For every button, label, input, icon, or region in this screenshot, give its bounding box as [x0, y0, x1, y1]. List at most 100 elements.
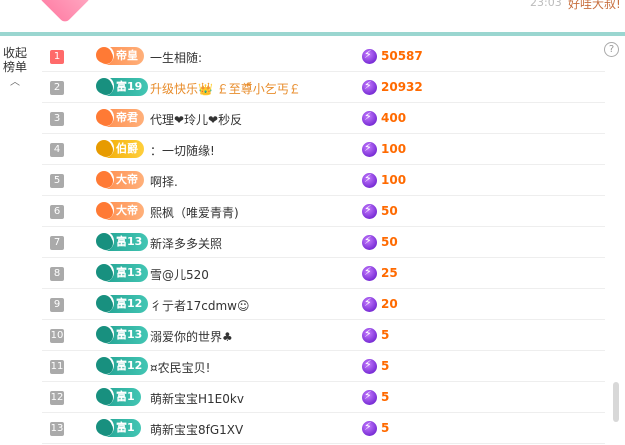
- user-name[interactable]: 萌新宝宝8fG1XV: [150, 421, 243, 438]
- top-chat-bar: 23:03 好哇大叔!: [0, 0, 625, 32]
- level-badge: 富1: [94, 417, 141, 437]
- badge-icon: [94, 293, 114, 313]
- lightning-gift-icon: [362, 110, 377, 126]
- badge-icon: [94, 76, 114, 96]
- lightning-gift-icon: [362, 48, 377, 64]
- lightning-gift-icon: [362, 172, 377, 188]
- user-name[interactable]: 雪@儿520: [150, 266, 209, 283]
- ranking-row[interactable]: 7 富13 新泽多多关照 50: [42, 228, 605, 258]
- badge-label: 富1: [116, 390, 135, 403]
- level-badge: 大帝: [94, 200, 144, 220]
- user-name[interactable]: 熙枫（唯爱青青): [150, 204, 239, 221]
- rank-number: 10: [50, 329, 64, 343]
- rank-number: 9: [50, 298, 64, 312]
- level-badge: 大帝: [94, 169, 144, 189]
- rank-number: 3: [50, 112, 64, 126]
- contribution-amount: 50: [381, 204, 398, 218]
- contribution-amount: 5: [381, 390, 390, 404]
- badge-icon: [94, 138, 114, 158]
- user-name[interactable]: 萌新宝宝H1E0kv: [150, 390, 244, 407]
- rank-number: 7: [50, 236, 64, 250]
- user-name[interactable]: 彳亍者17cdmw☺: [150, 297, 250, 314]
- ranking-row[interactable]: 3 帝君代理❤玲儿❤秒反 400: [42, 104, 605, 134]
- level-badge: 富12: [94, 355, 149, 375]
- contribution-amount: 5: [381, 421, 390, 435]
- ranking-row[interactable]: 2 富19 升级快乐👑 ￡至尊็小乞丐￡ 20932: [42, 73, 605, 103]
- badge-label: 帝皇: [116, 49, 138, 62]
- level-badge: 富1: [94, 386, 141, 406]
- scrollbar[interactable]: [613, 382, 619, 422]
- lightning-gift-icon: [362, 234, 377, 250]
- lightning-gift-icon: [362, 296, 377, 312]
- lightning-gift-icon: [362, 203, 377, 219]
- ranking-row[interactable]: 10 富13 溺爱你的世界♣ 5: [42, 321, 605, 351]
- contribution-amount: 100: [381, 142, 407, 156]
- level-badge: 富13: [94, 231, 149, 251]
- chat-message: 好哇大叔!: [568, 0, 621, 11]
- user-name[interactable]: 升级快乐👑 ￡至尊็小乞丐￡: [150, 80, 301, 99]
- badge-label: 伯爵: [116, 142, 138, 155]
- collapse-label-line1: 收起: [2, 46, 27, 60]
- level-badge: 富13: [94, 324, 149, 344]
- ranking-row[interactable]: 6 大帝熙枫（唯爱青青) 50: [42, 197, 605, 227]
- user-name[interactable]: 溺爱你的世界♣: [150, 328, 233, 345]
- ranking-list: 1帝皇一生相随:505872富19升级快乐👑 ￡至尊็小乞丐￡209323帝君代…: [42, 42, 605, 445]
- contribution-amount: 5: [381, 328, 390, 342]
- ranking-row[interactable]: 5 大帝啊择. 100: [42, 166, 605, 196]
- divider: [0, 32, 625, 36]
- rank-number: 4: [50, 143, 64, 157]
- ranking-row[interactable]: 9 富12 彳亍者17cdmw☺ 20: [42, 290, 605, 320]
- badge-label: 富19: [116, 80, 143, 93]
- help-icon[interactable]: ?: [604, 42, 619, 57]
- rank-number: 8: [50, 267, 64, 281]
- badge-label: 富12: [116, 297, 143, 310]
- lightning-gift-icon: [362, 141, 377, 157]
- badge-icon: [94, 324, 114, 344]
- contribution-amount: 5: [381, 359, 390, 373]
- heart-gift-icon: [38, 0, 92, 24]
- user-name[interactable]: 啊择.: [150, 173, 178, 190]
- user-name[interactable]: 代理❤玲儿❤秒反: [150, 111, 242, 128]
- user-name[interactable]: 新泽多多关照: [150, 235, 222, 252]
- badge-icon: [94, 45, 114, 65]
- badge-icon: [94, 200, 114, 220]
- badge-icon: [94, 107, 114, 127]
- chat-time: 23:03: [530, 0, 562, 9]
- ranking-row[interactable]: 13 富1 萌新宝宝8fG1XV 5: [42, 414, 605, 444]
- contribution-amount: 50587: [381, 49, 423, 63]
- badge-label: 富13: [116, 266, 143, 279]
- lightning-gift-icon: [362, 327, 377, 343]
- level-badge: 伯爵: [94, 138, 144, 158]
- contribution-amount: 400: [381, 111, 407, 125]
- badge-icon: [94, 231, 114, 251]
- ranking-row[interactable]: 11 富12 ¤农民宝贝! 5: [42, 352, 605, 382]
- contribution-amount: 25: [381, 266, 398, 280]
- user-name[interactable]: ¤农民宝贝!: [150, 359, 210, 376]
- badge-label: 富13: [116, 328, 143, 341]
- collapse-label-line2: 榜单: [2, 60, 27, 74]
- collapse-ranking-toggle[interactable]: 收起 榜单 ︿: [0, 46, 30, 90]
- lightning-gift-icon: [362, 265, 377, 281]
- lightning-gift-icon: [362, 389, 377, 405]
- lightning-gift-icon: [362, 358, 377, 374]
- badge-icon: [94, 262, 114, 282]
- rank-number: 6: [50, 205, 64, 219]
- level-badge: 富13: [94, 262, 149, 282]
- user-name[interactable]: 一生相随:: [150, 49, 202, 66]
- badge-icon: [94, 355, 114, 375]
- ranking-row[interactable]: 8 富13 雪@儿520 25: [42, 259, 605, 289]
- user-name[interactable]: ：一切随缘!: [150, 142, 215, 159]
- lightning-gift-icon: [362, 79, 377, 95]
- rank-number: 1: [50, 50, 64, 64]
- ranking-row[interactable]: 1 帝皇一生相随: 50587: [42, 42, 605, 72]
- ranking-row[interactable]: 12 富1 萌新宝宝H1E0kv 5: [42, 383, 605, 413]
- level-badge: 帝皇: [94, 45, 144, 65]
- rank-number: 13: [50, 422, 64, 436]
- level-badge: 富12: [94, 293, 149, 313]
- contribution-amount: 50: [381, 235, 398, 249]
- badge-icon: [94, 386, 114, 406]
- chevron-up-icon: ︿: [10, 77, 20, 88]
- lightning-gift-icon: [362, 420, 377, 436]
- badge-label: 帝君: [116, 111, 138, 124]
- ranking-row[interactable]: 4 伯爵 ：一切随缘! 100: [42, 135, 605, 165]
